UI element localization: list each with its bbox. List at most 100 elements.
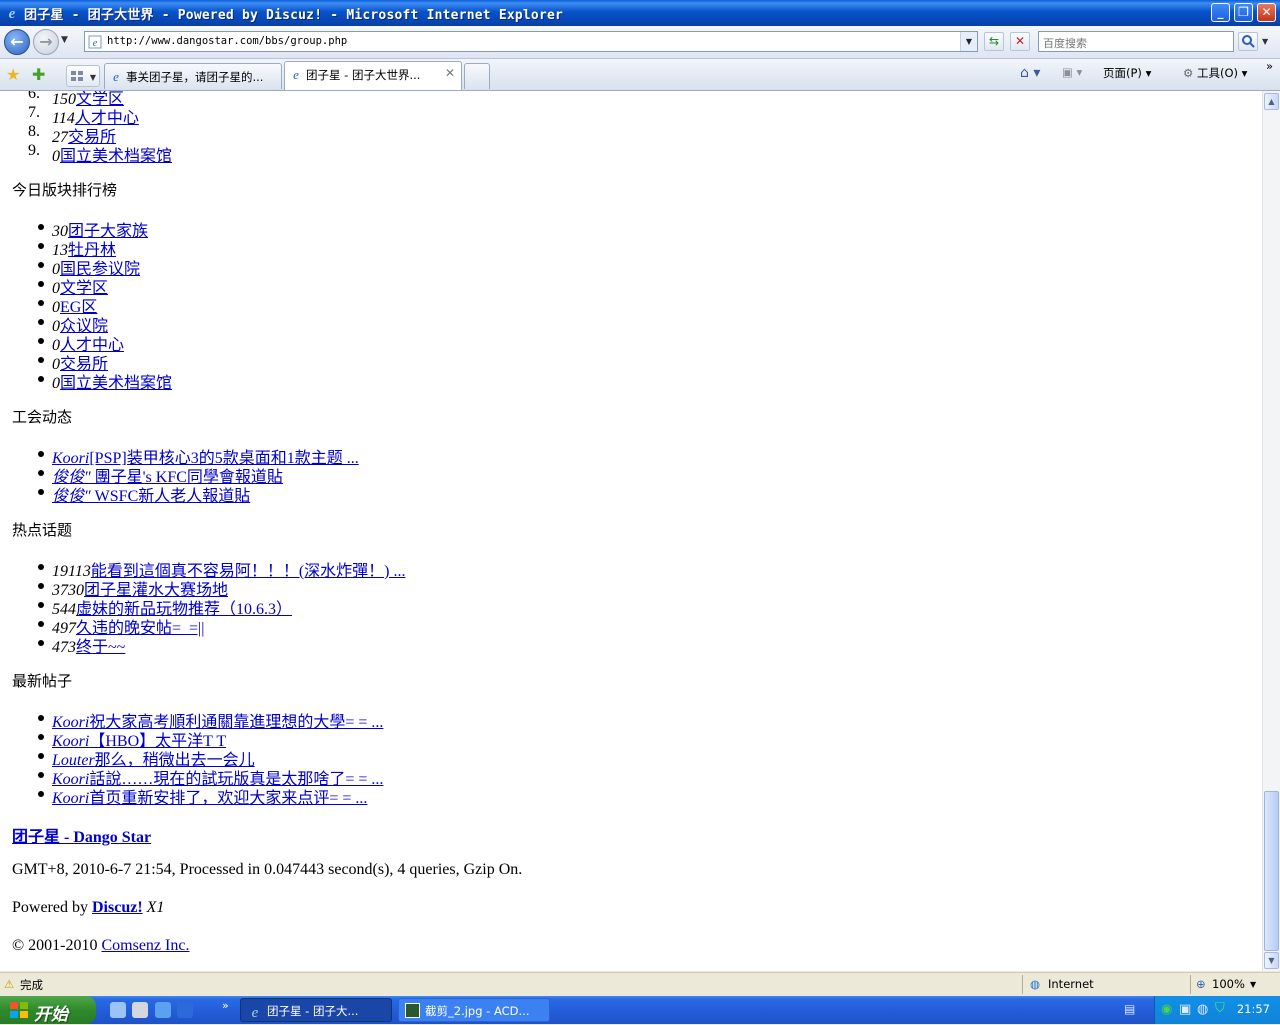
footer-site-link-wrap: 团子星 - Dango Star bbox=[12, 823, 151, 847]
svg-text:e: e bbox=[252, 1005, 259, 1019]
forum-link[interactable]: 国立美术档案馆 bbox=[60, 148, 172, 165]
comsenz-link[interactable]: Comsenz Inc. bbox=[101, 937, 189, 954]
system-tray: ◉ ▣ ◍ ⛉ 21:57 bbox=[1154, 996, 1280, 1024]
network-icon[interactable]: ◉ bbox=[1161, 1002, 1172, 1017]
restore-icon: ❐ bbox=[1238, 5, 1249, 19]
restore-button[interactable]: ❐ bbox=[1234, 3, 1253, 22]
post-count: 0 bbox=[52, 148, 60, 165]
gear-icon: ⚙ bbox=[1183, 66, 1194, 80]
page-menu[interactable]: 页面(P) ▾ bbox=[1103, 65, 1151, 81]
status-text: 完成 bbox=[20, 978, 43, 992]
security-zone: Internet bbox=[1048, 977, 1094, 991]
svg-text:e: e bbox=[113, 69, 119, 83]
quick-launch-expand-icon[interactable]: » bbox=[222, 999, 229, 1012]
minimize-button[interactable]: _ bbox=[1211, 3, 1230, 22]
show-desktop-icon[interactable] bbox=[110, 1002, 126, 1018]
ie-page-icon: e bbox=[293, 67, 299, 81]
scroll-up-button[interactable]: ▲ bbox=[1264, 93, 1279, 110]
quick-tabs-button[interactable]: ▼ bbox=[66, 65, 100, 87]
quick-launch-icon[interactable] bbox=[177, 1002, 193, 1018]
start-button[interactable]: 开始 bbox=[0, 996, 96, 1025]
bullet bbox=[38, 319, 44, 325]
address-dropdown-button[interactable]: ▼ bbox=[960, 32, 977, 51]
taskbar: 开始 » e 团子星 - 团子大... 截剪_2.jpg - ACD... ▤ … bbox=[0, 996, 1280, 1025]
quick-launch-icon[interactable] bbox=[132, 1002, 148, 1018]
address-toolbar: ← → ▼ e http://www.dangostar.com/bbs/gro… bbox=[0, 26, 1280, 59]
forward-button[interactable]: → bbox=[33, 29, 59, 55]
copyright-text: © 2001-2010 bbox=[12, 937, 102, 954]
quick-tabs-icon: ▼ bbox=[71, 71, 97, 82]
zoom-level[interactable]: 100% bbox=[1212, 977, 1245, 991]
bullet bbox=[38, 489, 44, 495]
zoom-dropdown[interactable]: ▼ bbox=[1250, 980, 1256, 989]
list-number: 6. bbox=[28, 91, 40, 102]
window-title-bar[interactable]: e 团子星 - 团子大世界 - Powered by Discuz! - Mic… bbox=[0, 0, 1280, 26]
forward-arrow-icon: → bbox=[39, 32, 53, 51]
thread-link[interactable]: 首页重新安排了，欢迎大家来点评= = ... bbox=[89, 790, 367, 807]
bullet bbox=[38, 753, 44, 759]
scroll-thumb[interactable] bbox=[1264, 791, 1279, 951]
discuz-link[interactable]: Discuz! bbox=[92, 899, 143, 916]
bullet bbox=[38, 564, 44, 570]
tab-active[interactable]: e 团子星 - 团子大世界... ✕ bbox=[284, 61, 462, 90]
shield-icon[interactable]: ⛉ bbox=[1215, 1001, 1225, 1016]
search-options-dropdown[interactable]: ▼ bbox=[1262, 37, 1268, 46]
user-link[interactable]: Koori bbox=[52, 790, 89, 807]
taskbar-item-ie[interactable]: e 团子星 - 团子大... bbox=[240, 998, 392, 1022]
tools-menu[interactable]: ⚙ 工具(O) ▾ bbox=[1183, 65, 1247, 81]
task-label: 团子星 - 团子大... bbox=[267, 1004, 359, 1018]
scroll-down-button[interactable]: ▼ bbox=[1264, 952, 1279, 969]
user-link[interactable]: 俊俊″ bbox=[52, 488, 91, 505]
bullet bbox=[38, 602, 44, 608]
more-chevron-icon[interactable]: » bbox=[1266, 59, 1273, 73]
status-bar: ⚠ 完成 ◍ Internet ⊕ 100% ▼ bbox=[0, 972, 1280, 997]
close-tab-icon[interactable]: ✕ bbox=[445, 66, 455, 80]
section-heading-latest: 最新帖子 bbox=[12, 672, 73, 690]
zoom-icon: ⊕ bbox=[1196, 977, 1206, 991]
status-divider bbox=[1022, 975, 1023, 994]
bullet bbox=[38, 451, 44, 457]
volume-icon[interactable]: ◍ bbox=[1197, 1002, 1208, 1017]
feeds-icon[interactable]: ▣ ▾ bbox=[1062, 65, 1082, 79]
svg-text:e: e bbox=[9, 6, 16, 20]
back-button[interactable]: ← bbox=[4, 29, 30, 55]
search-button[interactable] bbox=[1238, 32, 1258, 51]
footer-powered: Powered by Discuz! X1 bbox=[12, 899, 164, 917]
address-url[interactable]: http://www.dangostar.com/bbs/group.php bbox=[107, 35, 347, 47]
close-window-button[interactable]: ✕ bbox=[1257, 3, 1276, 22]
ie-app-icon: e bbox=[252, 1005, 259, 1019]
favorites-star-icon[interactable]: ★ bbox=[6, 65, 20, 84]
thread-link[interactable]: 终于~~ bbox=[76, 639, 125, 656]
site-home-link[interactable]: 团子星 - Dango Star bbox=[12, 829, 151, 846]
tab-inactive[interactable]: e 事关团子星，请团子星的... bbox=[104, 63, 282, 89]
search-box[interactable] bbox=[1038, 31, 1234, 52]
bullet bbox=[38, 262, 44, 268]
ie-quick-launch-icon[interactable] bbox=[155, 1002, 171, 1018]
globe-icon: ◍ bbox=[1030, 977, 1041, 991]
keyboard-icon[interactable]: ▤ bbox=[1124, 1002, 1135, 1016]
taskbar-item-acdsee[interactable]: 截剪_2.jpg - ACD... bbox=[398, 998, 550, 1022]
window-title: 团子星 - 团子大世界 - Powered by Discuz! - Micro… bbox=[24, 8, 564, 23]
bullet bbox=[38, 715, 44, 721]
stop-button[interactable]: ✕ bbox=[1010, 32, 1030, 51]
windows-logo-icon bbox=[10, 1002, 28, 1018]
status-divider bbox=[1190, 975, 1191, 994]
username: Koori bbox=[52, 790, 90, 807]
thread-link[interactable]: WSFC新人老人報道貼 bbox=[91, 488, 251, 505]
search-input[interactable] bbox=[1043, 35, 1229, 52]
view-count: 473 bbox=[52, 639, 76, 656]
refresh-button[interactable]: ⇆ bbox=[984, 32, 1004, 51]
bullet bbox=[38, 772, 44, 778]
home-icon[interactable]: ⌂ ▾ bbox=[1020, 65, 1040, 81]
vertical-scrollbar[interactable]: ▲ ▼ bbox=[1262, 91, 1280, 971]
list-number: 8. bbox=[28, 123, 40, 140]
footer-stats: GMT+8, 2010-6-7 21:54, Processed in 0.04… bbox=[12, 861, 523, 878]
computer-icon[interactable]: ▣ bbox=[1179, 1002, 1191, 1017]
list-item: 0国立美术档案馆 bbox=[52, 369, 172, 393]
refresh-icon: ⇆ bbox=[988, 34, 1000, 48]
forum-link[interactable]: 国立美术档案馆 bbox=[60, 375, 172, 392]
address-bar[interactable]: e http://www.dangostar.com/bbs/group.php… bbox=[84, 31, 978, 52]
new-tab-button[interactable] bbox=[464, 63, 490, 89]
recent-pages-dropdown[interactable]: ▼ bbox=[61, 35, 68, 45]
add-favorites-icon[interactable]: ✚ bbox=[32, 65, 45, 84]
